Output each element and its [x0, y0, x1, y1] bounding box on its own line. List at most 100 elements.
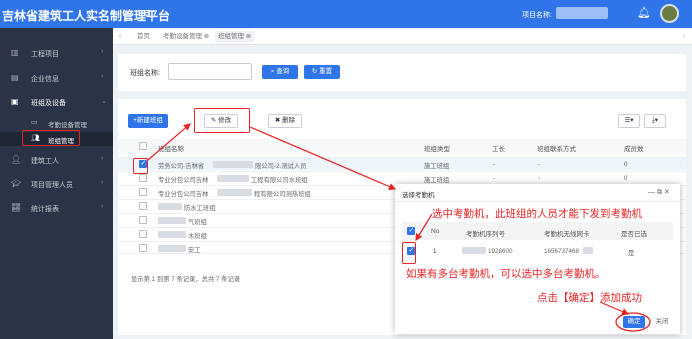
attendance-device-icon: ▭	[31, 119, 38, 126]
download-icon: ⤓▾	[651, 117, 659, 124]
add-team-button[interactable]: +新建班组	[128, 114, 168, 128]
tab-scroll-right-icon[interactable]: ›	[683, 31, 685, 42]
chevron-right-icon: ›	[101, 179, 104, 186]
annotation-click-confirm: 点击【确定】添加成功	[537, 292, 642, 304]
sidebar: ▥ 工程项目 › ▤ 企业信息 › ▣ 班组及设备 ⌄ ▭ 考勤设备管理 👥︎ …	[0, 28, 113, 339]
device-icon: ▣	[11, 97, 19, 106]
tab-home[interactable]: 首页	[137, 31, 150, 42]
col-header-contact: 班组联系方式	[537, 146, 576, 153]
tab-bar: ‹ 首页 考勤设备管理 ⊗ 班组管理 ⊗ ›	[113, 28, 692, 45]
modal-row-no: 1	[433, 248, 437, 255]
row-checkbox[interactable]	[139, 216, 147, 224]
modal-title: 选择考勤机	[402, 192, 435, 199]
top-bar: 吉林省建筑工人实名制管理平台 ≡ 项目名称: 🔔︎	[0, 0, 692, 28]
row-name-suffix: 工程有限公司水班组	[251, 177, 308, 184]
sidebar-item-label: 统计报表	[31, 206, 59, 213]
tab-attendance-devices[interactable]: 考勤设备管理 ⊗	[163, 31, 209, 42]
sidebar-item-label: 建筑工人	[31, 158, 59, 165]
modal-table-header: No 考勤机序列号 考勤机无线网卡 是否已选	[402, 222, 673, 240]
project-label: 项目名称:	[522, 12, 552, 19]
row-name-suffix: 气班组	[188, 219, 207, 226]
reset-button[interactable]: ↻ 重置	[304, 65, 340, 79]
row-type: 施工班组	[424, 163, 450, 170]
search-icon: ⌕	[270, 68, 275, 75]
row-checkbox[interactable]	[139, 174, 147, 182]
window-controls-icon[interactable]: — ⧉ ✕	[648, 188, 670, 197]
sidebar-subitem-attendance-devices[interactable]: ▭ 考勤设备管理	[0, 116, 113, 130]
row-checkbox[interactable]	[139, 202, 147, 210]
row-checkbox[interactable]	[139, 188, 147, 196]
highlight-box-edit-button	[194, 108, 250, 133]
refresh-icon: ↻	[311, 68, 318, 75]
row-type: 施工班组	[424, 177, 450, 184]
sidebar-item-workers[interactable]: 👤︎ 建筑工人 ›	[0, 152, 113, 168]
row-name-suffix: 限公司-2.测试人员	[255, 163, 307, 170]
sidebar-item-label: 工程项目	[31, 51, 59, 58]
modal-row-selected: 是	[628, 250, 635, 257]
row-name-prefix: 专业分包公司吉林	[158, 177, 209, 184]
annotation-select-device: 选中考勤机，此班组的人员才能下发到考勤机	[432, 208, 642, 220]
table-row[interactable]: 劳务公司-吉林省 限公司-2.测试人员 施工班组 - - 0	[118, 157, 686, 170]
modal-col-selected: 是否已选	[621, 231, 647, 238]
sidebar-item-teams-devices[interactable]: ▣ 班组及设备 ⌄	[0, 94, 113, 110]
modal-row-serial: 1928600	[488, 248, 513, 255]
sidebar-item-enterprise[interactable]: ▤ 企业信息 ›	[0, 70, 113, 86]
query-button[interactable]: ⌕ 查询	[262, 65, 298, 79]
sidebar-item-reports[interactable]: 📈︎ 统计报表 ›	[0, 200, 113, 216]
row-members: 0	[624, 161, 628, 168]
chevron-down-icon: ⌄	[101, 98, 107, 105]
sidebar-item-managers[interactable]: 🎓︎ 项目管理人员 ›	[0, 176, 113, 192]
sidebar-item-projects[interactable]: ▥ 工程项目 ›	[0, 45, 113, 61]
modal-row-mac: 1656737468	[544, 248, 580, 255]
delete-button[interactable]: ✖ 删除	[268, 114, 302, 128]
reset-button-label: 重置	[319, 68, 333, 75]
row-name-suffix: 木班组	[188, 233, 207, 240]
col-header-type: 班组类型	[424, 146, 450, 153]
select-all-checkbox[interactable]	[139, 142, 147, 150]
chevron-right-icon: ›	[101, 203, 104, 210]
highlight-box-row-checkbox	[133, 158, 148, 174]
row-name-prefix: 专业分包公司吉林	[158, 191, 209, 198]
tab-scroll-left-icon[interactable]: ‹	[119, 31, 121, 42]
chevron-right-icon: ›	[101, 48, 104, 55]
chevron-right-icon: ›	[101, 155, 104, 162]
manager-icon: 🎓︎	[11, 179, 22, 188]
modal-header: 选择考勤机 — ⧉ ✕	[395, 184, 680, 202]
sidebar-item-label: 企业信息	[31, 76, 59, 83]
annotation-multi-device: 如果有多台考勤机，可以选中多台考勤机。	[406, 268, 606, 280]
list-icon: ☰▾	[624, 117, 634, 124]
bell-icon[interactable]: 🔔︎	[637, 6, 651, 19]
project-selector[interactable]	[556, 7, 608, 19]
row-checkbox[interactable]	[139, 244, 147, 252]
table-row[interactable]: 专业分包公司吉林 工程有限公司水班组 施工班组 - - 0	[118, 171, 686, 184]
query-button-label: 查询	[276, 68, 290, 75]
modal-col-serial: 考勤机序列号	[466, 231, 505, 238]
confirm-button[interactable]: 确定	[623, 316, 645, 328]
modal-table-row[interactable]: 1 1928600 1656737468 是	[402, 243, 673, 260]
column-toggle-button[interactable]: ☰▾	[618, 114, 640, 128]
enterprise-icon: ▤	[11, 73, 19, 82]
sidebar-item-label: 班组及设备	[31, 100, 66, 107]
row-name-prefix: 劳务公司-吉林省	[158, 163, 205, 170]
row-leader: -	[493, 175, 496, 182]
hamburger-icon[interactable]: ≡	[143, 6, 151, 19]
search-panel: 班组名称: ⌕ 查询 ↻ 重置	[118, 54, 686, 91]
row-name-suffix: 程有限公司测热班组	[254, 191, 311, 198]
row-contact: -	[538, 175, 541, 182]
modal-select-all-checkbox[interactable]	[407, 226, 415, 235]
avatar[interactable]	[660, 4, 679, 23]
row-members: 0	[624, 175, 628, 182]
worker-icon: 👤︎	[11, 155, 22, 164]
row-checkbox[interactable]	[139, 230, 147, 238]
close-button[interactable]: 关闭	[651, 316, 673, 328]
modal-col-mac: 考勤机无线网卡	[544, 231, 590, 238]
highlight-box-modal-checkbox	[402, 242, 416, 264]
export-button[interactable]: ⤓▾	[644, 114, 666, 128]
highlight-box-team-management	[22, 130, 80, 146]
col-header-members: 成员数	[624, 146, 644, 153]
row-contact: -	[538, 161, 541, 168]
team-name-input[interactable]	[168, 63, 252, 80]
row-name-suffix: 防水工班组	[184, 205, 216, 212]
tab-team-management[interactable]: 班组管理 ⊗	[215, 31, 255, 42]
col-header-name: 班组名称	[158, 146, 184, 153]
